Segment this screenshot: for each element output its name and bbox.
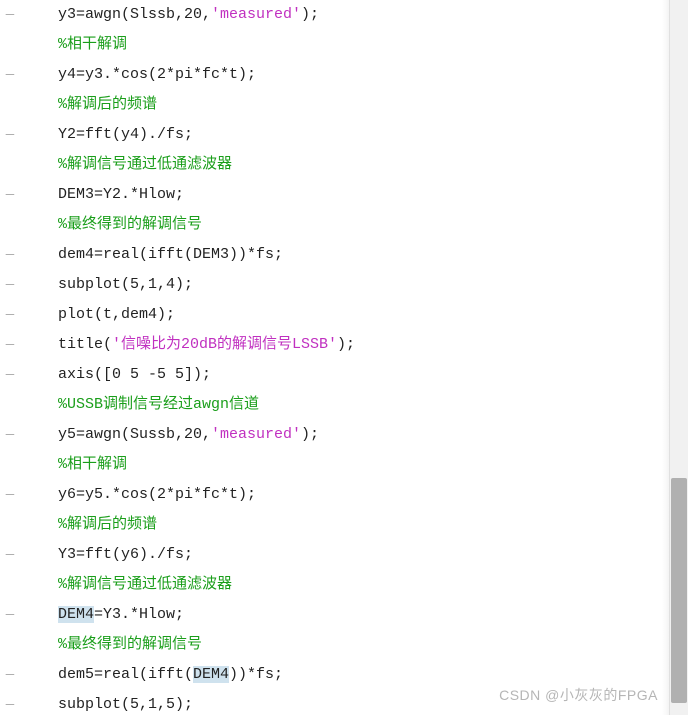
code-line[interactable]: %解调后的频谱 bbox=[20, 90, 650, 120]
code-token: dem5=real(ifft( bbox=[58, 666, 193, 683]
code-token: ))*fs; bbox=[229, 666, 283, 683]
code-token: ); bbox=[337, 336, 355, 353]
code-token: DEM3=Y2.*Hlow; bbox=[58, 186, 184, 203]
code-token: subplot(5,1,5); bbox=[58, 696, 193, 713]
code-line[interactable]: dem5=real(ifft(DEM4))*fs; bbox=[20, 660, 650, 690]
gutter-marker bbox=[0, 90, 20, 120]
code-token: DEM4 bbox=[58, 606, 94, 623]
gutter-marker bbox=[0, 630, 20, 660]
code-line[interactable]: DEM4=Y3.*Hlow; bbox=[20, 600, 650, 630]
gutter-marker: — bbox=[0, 270, 20, 300]
code-token: 'measured' bbox=[211, 426, 301, 443]
gutter-marker bbox=[0, 450, 20, 480]
code-token: ); bbox=[301, 426, 319, 443]
code-line[interactable]: %最终得到的解调信号 bbox=[20, 630, 650, 660]
code-line[interactable]: DEM3=Y2.*Hlow; bbox=[20, 180, 650, 210]
code-token: %相干解调 bbox=[58, 456, 127, 473]
gutter-marker: — bbox=[0, 330, 20, 360]
code-line[interactable]: dem4=real(ifft(DEM3))*fs; bbox=[20, 240, 650, 270]
gutter-marker: — bbox=[0, 690, 20, 715]
code-token: y5=awgn(Sussb,20, bbox=[58, 426, 211, 443]
gutter-marker: — bbox=[0, 600, 20, 630]
code-line[interactable]: Y3=fft(y6)./fs; bbox=[20, 540, 650, 570]
code-token: y6=y5.*cos(2*pi*fc*t); bbox=[58, 486, 256, 503]
gutter-marker bbox=[0, 510, 20, 540]
code-token: y4=y3.*cos(2*pi*fc*t); bbox=[58, 66, 256, 83]
code-line[interactable]: %相干解调 bbox=[20, 450, 650, 480]
code-line[interactable]: %USSB调制信号经过awgn信道 bbox=[20, 390, 650, 420]
code-line[interactable]: %解调信号通过低通滤波器 bbox=[20, 570, 650, 600]
gutter-marker bbox=[0, 390, 20, 420]
code-token: DEM4 bbox=[193, 666, 229, 683]
code-token: %解调信号通过低通滤波器 bbox=[58, 156, 232, 173]
code-token: %最终得到的解调信号 bbox=[58, 216, 202, 233]
code-token: title( bbox=[58, 336, 112, 353]
code-token: 'measured' bbox=[211, 6, 301, 23]
code-line[interactable]: %解调信号通过低通滤波器 bbox=[20, 150, 650, 180]
code-token: %相干解调 bbox=[58, 36, 127, 53]
gutter-marker: — bbox=[0, 360, 20, 390]
code-token: dem4=real(ifft(DEM3))*fs; bbox=[58, 246, 283, 263]
code-line[interactable]: subplot(5,1,4); bbox=[20, 270, 650, 300]
code-line[interactable]: %相干解调 bbox=[20, 30, 650, 60]
scrollbar-thumb[interactable] bbox=[671, 478, 687, 703]
code-token: subplot(5,1,4); bbox=[58, 276, 193, 293]
code-line[interactable]: %解调后的频谱 bbox=[20, 510, 650, 540]
code-token: ); bbox=[301, 6, 319, 23]
code-token: plot(t,dem4); bbox=[58, 306, 175, 323]
code-line[interactable]: y3=awgn(Slssb,20,'measured'); bbox=[20, 0, 650, 30]
code-token: Y2=fft(y4)./fs; bbox=[58, 126, 193, 143]
code-token: '信噪比为20dB的解调信号LSSB' bbox=[112, 336, 337, 353]
gutter-marker: — bbox=[0, 540, 20, 570]
code-line[interactable]: subplot(5,1,5); bbox=[20, 690, 650, 715]
code-token: %解调后的频谱 bbox=[58, 96, 157, 113]
code-token: %解调后的频谱 bbox=[58, 516, 157, 533]
gutter-marker: — bbox=[0, 300, 20, 330]
gutter-marker: — bbox=[0, 60, 20, 90]
code-line[interactable]: title('信噪比为20dB的解调信号LSSB'); bbox=[20, 330, 650, 360]
gutter-marker: — bbox=[0, 480, 20, 510]
code-token: axis([0 5 -5 5]); bbox=[58, 366, 211, 383]
code-token: Y3=fft(y6)./fs; bbox=[58, 546, 193, 563]
code-line[interactable]: y4=y3.*cos(2*pi*fc*t); bbox=[20, 60, 650, 90]
code-token: %USSB调制信号经过awgn信道 bbox=[58, 396, 259, 413]
code-line[interactable]: Y2=fft(y4)./fs; bbox=[20, 120, 650, 150]
gutter-marker: — bbox=[0, 660, 20, 690]
gutter-marker: — bbox=[0, 180, 20, 210]
gutter-marker: — bbox=[0, 240, 20, 270]
gutter-marker bbox=[0, 570, 20, 600]
gutter-marker: — bbox=[0, 420, 20, 450]
code-line[interactable]: y5=awgn(Sussb,20,'measured'); bbox=[20, 420, 650, 450]
gutter-marker bbox=[0, 210, 20, 240]
gutter: ——————————————— bbox=[0, 0, 20, 715]
code-line[interactable]: %最终得到的解调信号 bbox=[20, 210, 650, 240]
code-token: =Y3.*Hlow; bbox=[94, 606, 184, 623]
code-line[interactable]: axis([0 5 -5 5]); bbox=[20, 360, 650, 390]
code-token: %解调信号通过低通滤波器 bbox=[58, 576, 232, 593]
code-line[interactable]: y6=y5.*cos(2*pi*fc*t); bbox=[20, 480, 650, 510]
code-editor: ——————————————— y3=awgn(Slssb,20,'measur… bbox=[0, 0, 670, 715]
gutter-marker bbox=[0, 30, 20, 60]
gutter-marker bbox=[0, 150, 20, 180]
code-token: %最终得到的解调信号 bbox=[58, 636, 202, 653]
gutter-marker: — bbox=[0, 120, 20, 150]
gutter-marker: — bbox=[0, 0, 20, 30]
code-area[interactable]: y3=awgn(Slssb,20,'measured');%相干解调y4=y3.… bbox=[20, 0, 650, 715]
code-line[interactable]: plot(t,dem4); bbox=[20, 300, 650, 330]
scrollbar-track[interactable] bbox=[669, 0, 688, 715]
code-token: y3=awgn(Slssb,20, bbox=[58, 6, 211, 23]
